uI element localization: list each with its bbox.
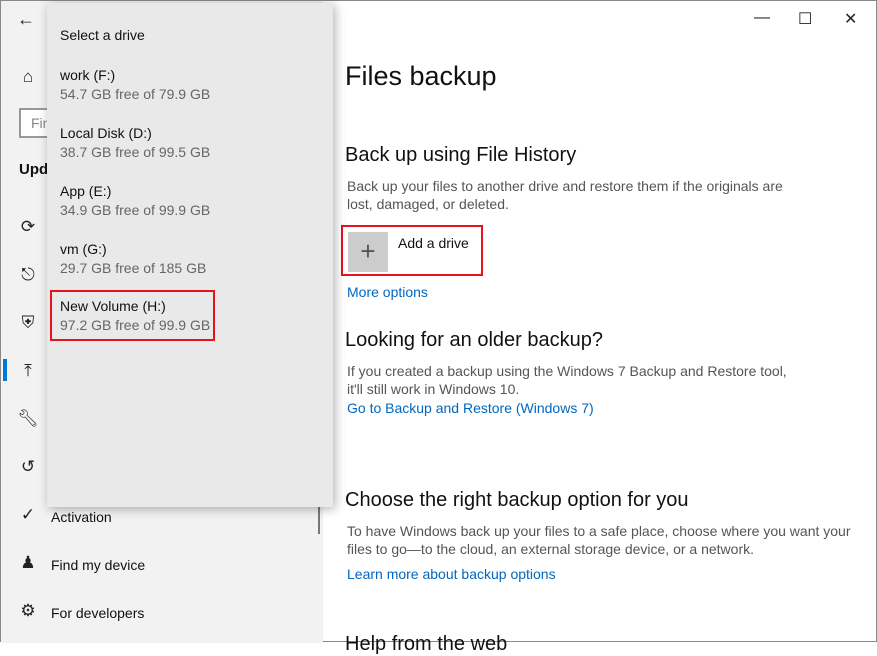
plus-icon: + — [348, 232, 388, 272]
drive-item[interactable]: work (F:) 54.7 GB free of 79.9 GB — [60, 67, 220, 102]
backup-option-text: To have Windows back up your files to a … — [347, 523, 851, 557]
selected-indicator — [3, 359, 7, 381]
highlight-box — [50, 290, 215, 341]
find-my-device-icon[interactable]: ♟ — [17, 553, 39, 573]
select-drive-flyout: Select a drive work (F:) 54.7 GB free of … — [47, 3, 333, 507]
minimize-button[interactable]: — — [754, 9, 770, 27]
delivery-optimization-icon[interactable]: ⎋ — [17, 265, 39, 285]
back-arrow-icon[interactable]: ← — [17, 9, 35, 30]
activation-icon[interactable]: ✓ — [17, 505, 39, 525]
learn-more-link[interactable]: Learn more about backup options — [347, 566, 556, 582]
nav-activation[interactable]: Activation — [51, 509, 112, 525]
page-title: Files backup — [345, 61, 497, 91]
add-drive-button[interactable]: + Add a drive — [341, 225, 483, 276]
recovery-icon[interactable]: ↺ — [17, 457, 39, 477]
older-backup-heading: Looking for an older backup? — [345, 329, 603, 351]
drive-item[interactable]: vm (G:) 29.7 GB free of 185 GB — [60, 241, 220, 276]
flyout-title: Select a drive — [60, 27, 145, 43]
nav-find-my-device[interactable]: Find my device — [51, 557, 145, 573]
backup-icon[interactable]: ⤒ — [17, 361, 39, 381]
home-icon[interactable]: ⌂ — [17, 67, 39, 87]
file-history-text: Back up your files to another drive and … — [347, 178, 783, 212]
help-web-heading: Help from the web — [345, 633, 508, 655]
add-drive-label: Add a drive — [398, 235, 469, 251]
close-button[interactable]: ✕ — [844, 9, 857, 29]
backup-option-heading: Choose the right backup option for you — [345, 489, 689, 511]
scrollbar[interactable] — [318, 506, 320, 534]
file-history-heading: Back up using File History — [345, 144, 577, 166]
backup-restore-link[interactable]: Go to Backup and Restore (Windows 7) — [347, 400, 594, 416]
windows-security-icon[interactable]: ⛨ — [17, 313, 39, 333]
developers-icon[interactable]: ⚙ — [17, 601, 39, 621]
drive-item[interactable]: Local Disk (D:) 38.7 GB free of 99.5 GB — [60, 125, 220, 160]
windows-update-icon[interactable]: ⟳ — [17, 217, 39, 237]
drive-item[interactable]: App (E:) 34.9 GB free of 99.9 GB — [60, 183, 220, 218]
more-options-link[interactable]: More options — [347, 284, 428, 300]
older-backup-text: If you created a backup using the Window… — [347, 363, 787, 397]
troubleshoot-icon[interactable]: 🔧︎ — [17, 409, 39, 429]
nav-for-developers[interactable]: For developers — [51, 605, 144, 621]
maximize-button[interactable]: ☐ — [798, 9, 812, 29]
